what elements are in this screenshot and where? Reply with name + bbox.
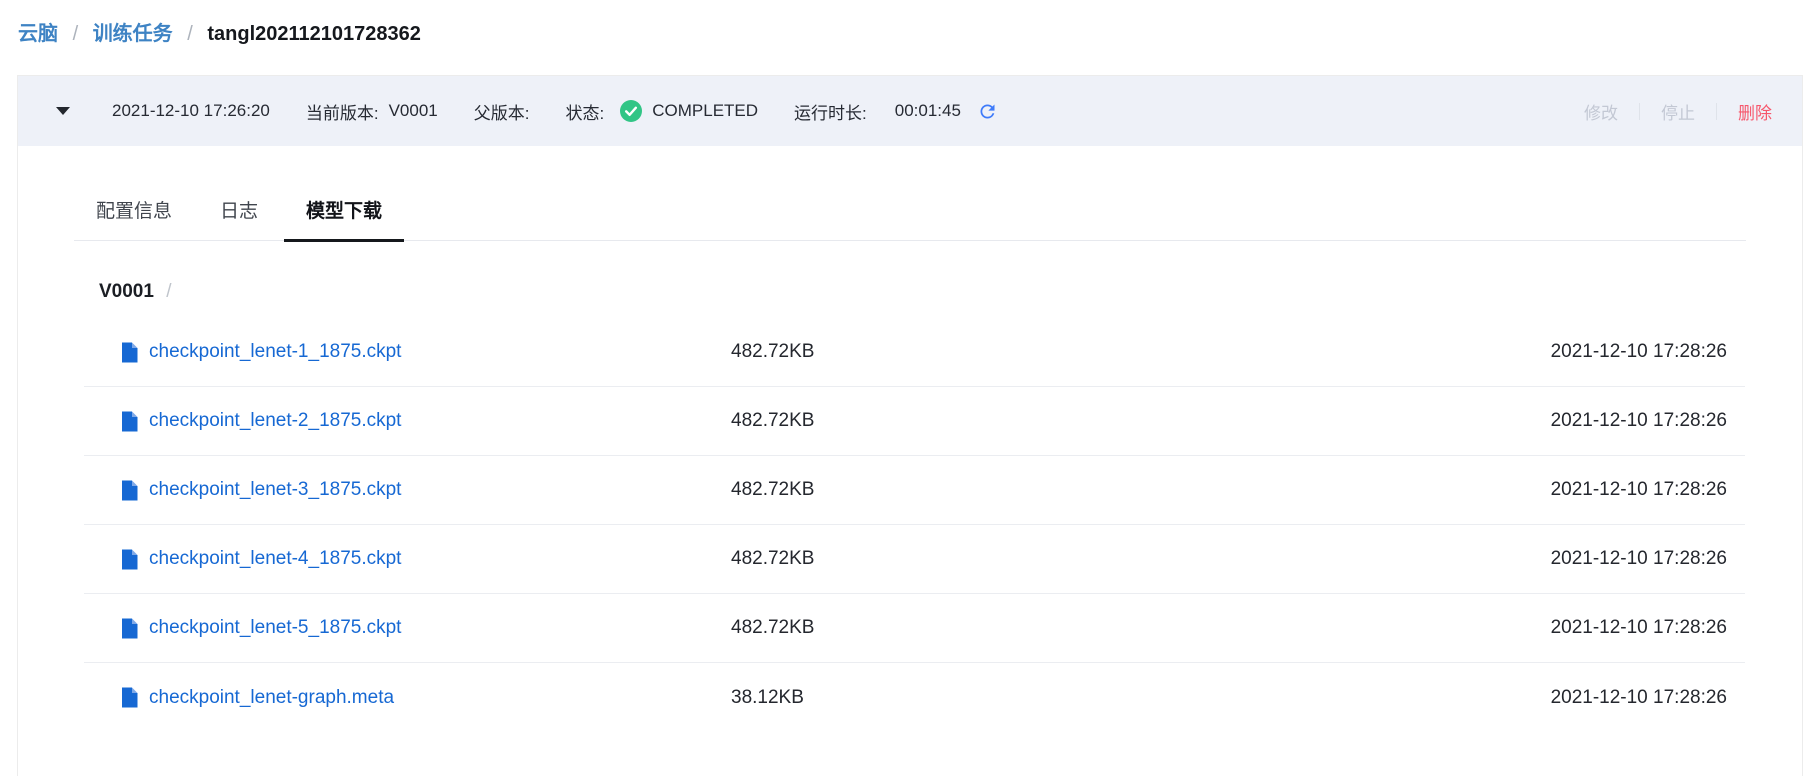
file-modified-time: 2021-12-10 17:28:26 — [1551, 687, 1745, 709]
version-created-timestamp: 2021-12-10 17:26:20 — [112, 101, 270, 121]
file-name-cell: checkpoint_lenet-graph.meta — [84, 687, 731, 709]
file-modified-time: 2021-12-10 17:28:26 — [1551, 548, 1745, 570]
collapse-caret-icon[interactable] — [56, 107, 70, 115]
action-divider — [1639, 103, 1640, 120]
duration-label: 运行时长: — [794, 99, 867, 124]
file-icon — [121, 687, 138, 708]
tab-logs[interactable]: 日志 — [198, 196, 280, 240]
file-size: 482.72KB — [731, 479, 1551, 501]
table-row: checkpoint_lenet-5_1875.ckpt 482.72KB 20… — [84, 594, 1745, 663]
path-version-link[interactable]: V0001 — [99, 281, 154, 302]
table-row: checkpoint_lenet-graph.meta 38.12KB 2021… — [84, 663, 1745, 732]
file-download-link[interactable]: checkpoint_lenet-graph.meta — [149, 687, 394, 709]
status-value: COMPLETED — [652, 101, 758, 121]
file-download-link[interactable]: checkpoint_lenet-5_1875.ckpt — [149, 617, 401, 639]
current-version-label: 当前版本: — [306, 99, 379, 124]
refresh-icon — [977, 101, 998, 122]
path-separator: / — [159, 281, 171, 302]
file-icon — [121, 342, 138, 363]
file-icon — [121, 411, 138, 432]
table-row: checkpoint_lenet-1_1875.ckpt 482.72KB 20… — [84, 318, 1745, 387]
delete-button[interactable]: 删除 — [1738, 99, 1772, 124]
file-size: 38.12KB — [731, 687, 1551, 709]
file-name-cell: checkpoint_lenet-4_1875.ckpt — [84, 548, 731, 570]
breadcrumb-link-training-tasks[interactable]: 训练任务 — [93, 23, 173, 45]
version-bar: 2021-12-10 17:26:20 当前版本: V0001 父版本: 状态:… — [18, 76, 1802, 146]
status-badge: COMPLETED — [614, 100, 758, 122]
file-modified-time: 2021-12-10 17:28:26 — [1551, 410, 1745, 432]
file-download-link[interactable]: checkpoint_lenet-1_1875.ckpt — [149, 341, 401, 363]
breadcrumb-current-task: tangl202112101728362 — [207, 23, 421, 45]
current-version-value: V0001 — [389, 101, 438, 121]
file-modified-time: 2021-12-10 17:28:26 — [1551, 479, 1745, 501]
detail-tabs: 配置信息 日志 模型下载 — [74, 146, 1746, 241]
breadcrumb: 云脑 / 训练任务 / tangl202112101728362 — [0, 0, 1819, 47]
breadcrumb-link-cloudbrain[interactable]: 云脑 — [18, 23, 58, 45]
breadcrumb-separator: / — [178, 23, 202, 45]
file-download-link[interactable]: checkpoint_lenet-3_1875.ckpt — [149, 479, 401, 501]
file-path: V0001 / — [99, 281, 1802, 303]
file-download-link[interactable]: checkpoint_lenet-4_1875.ckpt — [149, 548, 401, 570]
table-row: checkpoint_lenet-2_1875.ckpt 482.72KB 20… — [84, 387, 1745, 456]
file-size: 482.72KB — [731, 341, 1551, 363]
file-icon — [121, 549, 138, 570]
check-circle-icon — [620, 100, 642, 122]
file-modified-time: 2021-12-10 17:28:26 — [1551, 617, 1745, 639]
file-icon — [121, 618, 138, 639]
modify-button[interactable]: 修改 — [1584, 99, 1618, 124]
file-modified-time: 2021-12-10 17:28:26 — [1551, 341, 1745, 363]
task-detail-card: 2021-12-10 17:26:20 当前版本: V0001 父版本: 状态:… — [17, 75, 1803, 776]
file-icon — [121, 480, 138, 501]
tab-model-download[interactable]: 模型下载 — [284, 196, 404, 240]
duration-value: 00:01:45 — [895, 101, 961, 121]
tab-config-info[interactable]: 配置信息 — [74, 196, 194, 240]
action-divider — [1716, 103, 1717, 120]
file-size: 482.72KB — [731, 548, 1551, 570]
refresh-duration-button[interactable] — [977, 101, 998, 122]
file-size: 482.72KB — [731, 617, 1551, 639]
file-download-link[interactable]: checkpoint_lenet-2_1875.ckpt — [149, 410, 401, 432]
file-name-cell: checkpoint_lenet-5_1875.ckpt — [84, 617, 731, 639]
status-label: 状态: — [566, 99, 605, 124]
parent-version-label: 父版本: — [474, 99, 530, 124]
table-row: checkpoint_lenet-4_1875.ckpt 482.72KB 20… — [84, 525, 1745, 594]
file-size: 482.72KB — [731, 410, 1551, 432]
table-row: checkpoint_lenet-3_1875.ckpt 482.72KB 20… — [84, 456, 1745, 525]
stop-button[interactable]: 停止 — [1661, 99, 1695, 124]
model-file-list: checkpoint_lenet-1_1875.ckpt 482.72KB 20… — [84, 318, 1745, 732]
file-name-cell: checkpoint_lenet-1_1875.ckpt — [84, 341, 731, 363]
file-name-cell: checkpoint_lenet-2_1875.ckpt — [84, 410, 731, 432]
breadcrumb-separator: / — [64, 23, 88, 45]
file-name-cell: checkpoint_lenet-3_1875.ckpt — [84, 479, 731, 501]
